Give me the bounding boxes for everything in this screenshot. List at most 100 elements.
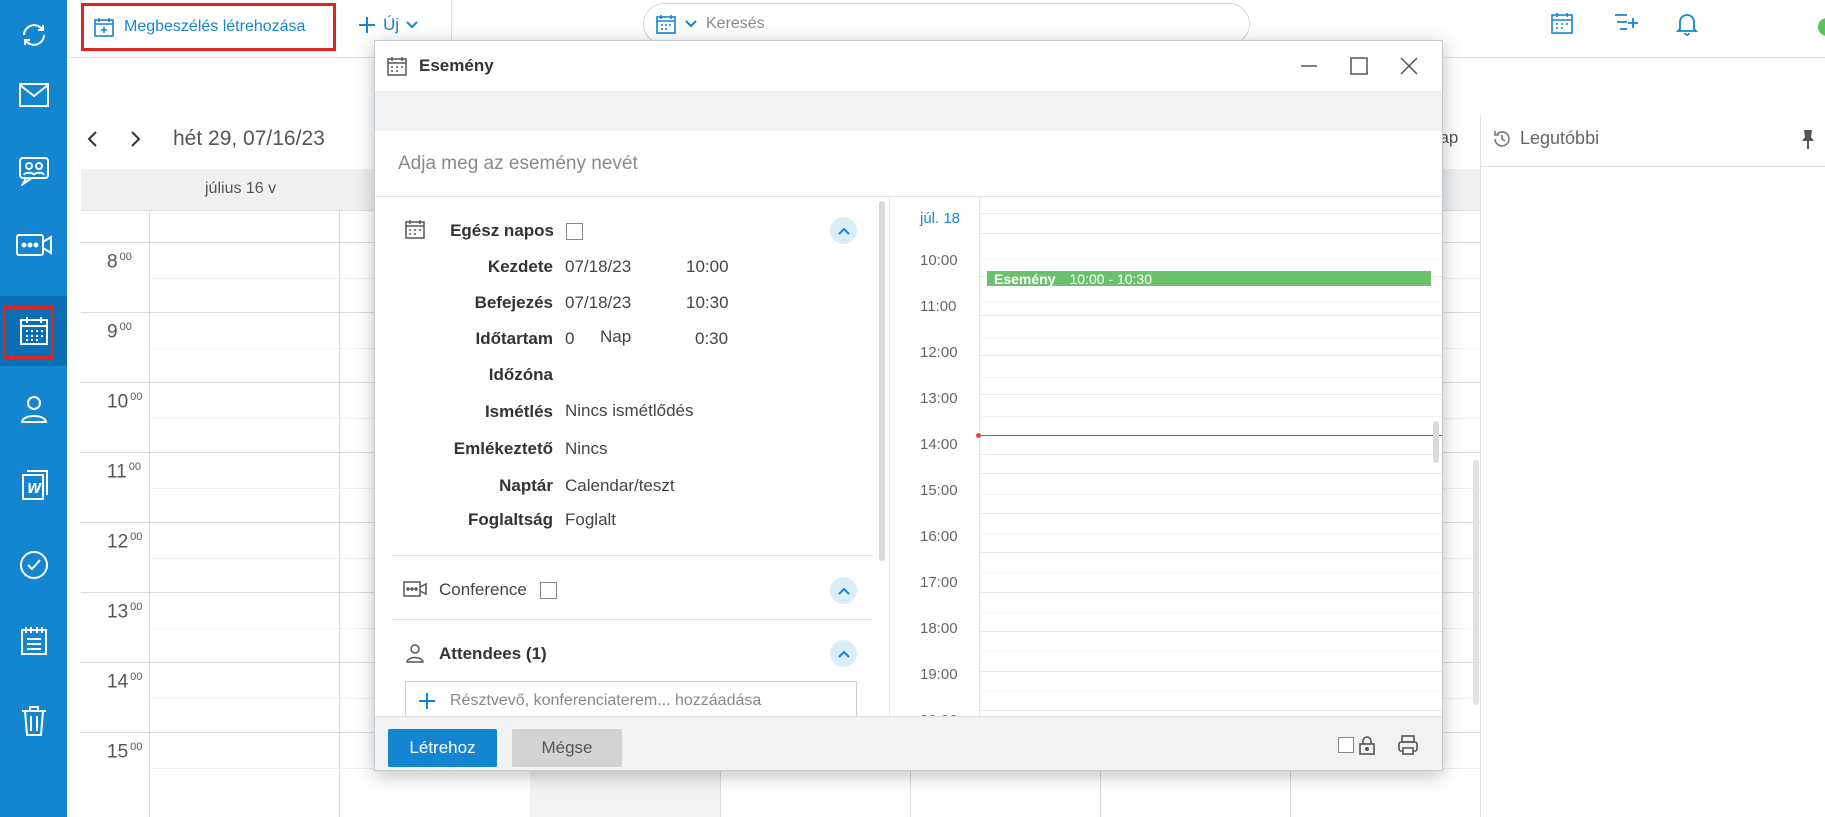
timeline-gridline <box>979 338 1442 339</box>
timeline-gridline <box>979 416 1442 417</box>
notes-button[interactable] <box>0 606 67 676</box>
timeline-hour-label: 16:00 <box>920 528 958 545</box>
calendar-value[interactable]: Calendar/teszt <box>565 476 675 496</box>
history-icon <box>1494 130 1510 147</box>
recent-label: Legutóbbi <box>1520 128 1600 148</box>
timeline-scrollbar[interactable] <box>1433 421 1439 463</box>
reminder-value[interactable]: Nincs <box>565 439 608 459</box>
busy-value[interactable]: Foglalt <box>565 510 616 530</box>
timeline-gridline <box>979 651 1442 652</box>
video-meeting-button[interactable] <box>0 210 67 280</box>
busy-label: Foglaltság <box>467 510 553 529</box>
conference-checkbox[interactable] <box>540 582 557 599</box>
mail-button[interactable] <box>0 60 67 130</box>
document-word-icon: W <box>21 470 48 500</box>
chevron-up-icon <box>837 227 850 235</box>
hour-label: 9 00 <box>107 321 132 343</box>
plus-icon <box>419 692 435 709</box>
contacts-button[interactable] <box>0 374 67 444</box>
recent-header[interactable]: Legutóbbi <box>1492 128 1599 149</box>
timeline-gridline <box>979 710 1442 711</box>
calendar-view-button[interactable] <box>1551 12 1573 34</box>
close-icon <box>1400 57 1418 75</box>
timeline-gridline <box>979 513 1442 514</box>
notes-icon <box>20 627 47 655</box>
event-name-placeholder: Adja meg az esemény nevét <box>398 153 638 174</box>
timeline-hour-label: 10:00 <box>920 252 958 269</box>
sync-icon <box>22 24 45 46</box>
dialog-backdrop-strip <box>375 91 1442 131</box>
collapse-conference-button[interactable] <box>830 577 857 604</box>
search-field[interactable]: Keresés <box>643 3 1250 45</box>
video-icon <box>15 234 52 256</box>
end-time[interactable]: 10:30 <box>686 293 729 313</box>
chat-users-icon <box>18 157 49 186</box>
sort-add-icon <box>1615 14 1638 30</box>
print-icon[interactable] <box>1397 734 1419 756</box>
start-date[interactable]: 07/18/23 <box>565 257 631 277</box>
collapse-details-button[interactable] <box>830 217 857 244</box>
event-name-input[interactable]: Adja meg az esemény nevét <box>375 131 1442 197</box>
week-title: hét 29, 07/16/23 <box>173 127 325 150</box>
chat-button[interactable] <box>0 136 67 206</box>
bell-icon <box>1676 14 1698 36</box>
trash-button[interactable] <box>0 686 67 756</box>
right-panel-header-line <box>1480 166 1825 167</box>
timeline-event[interactable]: Esemény 10:00 - 10:30 <box>987 270 1431 287</box>
timeline-gridline <box>979 572 1442 573</box>
chevron-up-icon <box>837 587 850 595</box>
timeline-gridline <box>979 213 1442 214</box>
timeline-event-title: Esemény <box>994 270 1056 287</box>
chevron-left-icon[interactable] <box>81 127 105 151</box>
right-panel-divider <box>1480 115 1481 817</box>
timeline-hour-label: 15:00 <box>920 482 958 499</box>
chevron-up-icon <box>837 650 850 658</box>
form-scrollbar[interactable] <box>879 201 885 561</box>
person-icon <box>406 644 424 663</box>
private-checkbox[interactable] <box>1338 737 1354 753</box>
chevron-right-icon[interactable] <box>123 127 147 151</box>
lock-icon <box>1359 736 1375 755</box>
dialog-footer: Létrehoz Mégse <box>375 716 1442 770</box>
duration-time[interactable]: 0:30 <box>695 329 728 349</box>
timeline-gridline <box>979 301 1442 302</box>
timeline-gridline <box>979 315 1442 316</box>
attendee-input[interactable]: Résztvevő, konferenciaterem... hozzáadás… <box>405 681 857 720</box>
collapse-attendees-button[interactable] <box>830 640 857 667</box>
all-day-checkbox[interactable] <box>566 223 583 240</box>
notifications-button[interactable] <box>1676 12 1698 36</box>
current-time-line <box>979 435 1442 436</box>
repeat-value[interactable]: Nincs ismétlődés <box>565 401 694 421</box>
maximize-button[interactable] <box>1349 56 1369 76</box>
timeline-hour-label: 13:00 <box>920 390 958 407</box>
calendar-scrollbar[interactable] <box>1473 460 1479 705</box>
timeline-gridline <box>979 394 1442 395</box>
day-header-label[interactable]: július 16 v <box>205 180 276 198</box>
create-button[interactable]: Létrehoz <box>388 729 497 767</box>
end-date[interactable]: 07/18/23 <box>565 293 631 313</box>
person-icon <box>20 396 47 423</box>
timeline-gridline <box>979 671 1442 672</box>
chevron-down-icon <box>406 21 418 29</box>
hour-label: 12 00 <box>107 531 143 553</box>
timeline-gridline <box>979 552 1442 553</box>
section-divider <box>391 555 873 556</box>
new-dropdown-button[interactable]: Új <box>357 10 419 40</box>
close-button[interactable] <box>1399 56 1419 76</box>
sort-filter-button[interactable] <box>1613 12 1639 34</box>
maximize-icon <box>1350 57 1368 75</box>
tasks-button[interactable] <box>0 530 67 600</box>
duration-days[interactable]: 0 <box>565 329 574 349</box>
user-avatar[interactable] <box>1817 12 1825 42</box>
pin-button[interactable] <box>1800 128 1816 150</box>
current-time-dot <box>976 433 981 438</box>
timeline-gridline <box>979 691 1442 692</box>
cancel-button[interactable]: Mégse <box>512 729 622 767</box>
documents-button[interactable]: W <box>0 450 67 520</box>
timeline-gridline <box>979 233 1442 234</box>
start-time[interactable]: 10:00 <box>686 257 729 277</box>
duration-unit: Nap <box>600 327 632 346</box>
minimize-button[interactable] <box>1299 56 1319 76</box>
timeline-gridline <box>979 533 1442 534</box>
video-icon <box>403 581 427 597</box>
